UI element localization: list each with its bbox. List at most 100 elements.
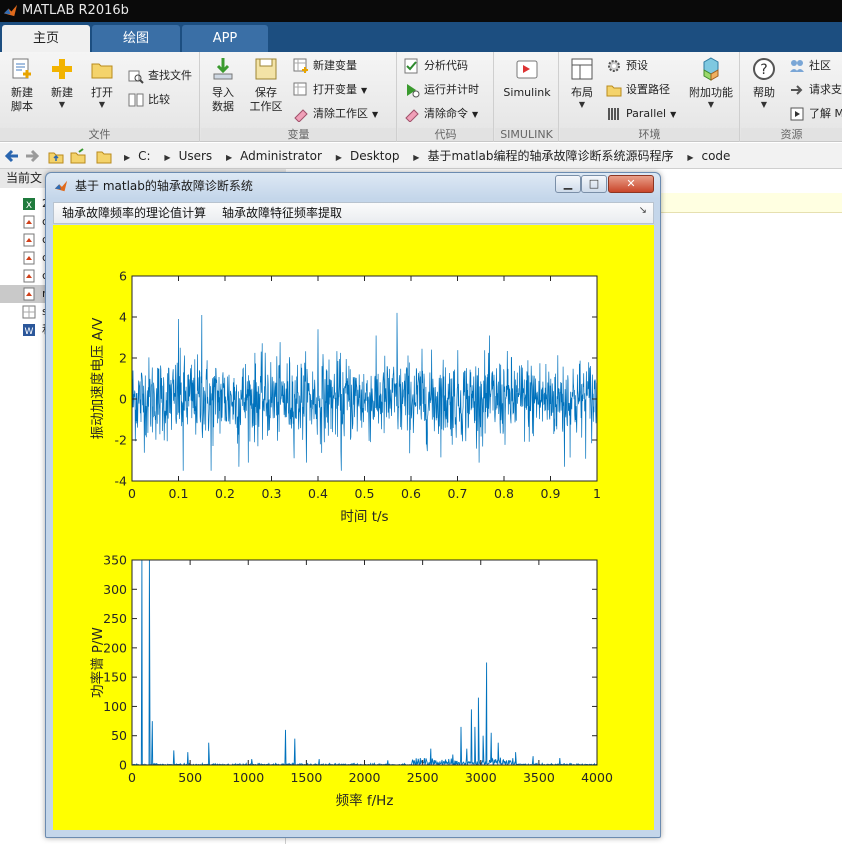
y-tick-label: 4 <box>119 310 127 325</box>
analyze-code-label: 分析代码 <box>424 59 468 72</box>
x-tick-label: 0 <box>128 770 136 785</box>
x-axis-label: 时间 t/s <box>340 509 388 525</box>
x-tick-label: 0.5 <box>355 486 375 501</box>
parallel-button[interactable]: Parallel ▼ <box>606 104 676 124</box>
breadcrumb-item[interactable]: Administrator <box>240 149 322 163</box>
y-tick-label: 0 <box>119 758 127 773</box>
x-tick-label: 0.1 <box>169 486 189 501</box>
community-icon <box>790 60 804 72</box>
run-and-time-button[interactable]: 运行并计时 <box>404 80 479 100</box>
simulink-button[interactable]: Simulink <box>499 56 555 100</box>
community-button[interactable]: 社区 <box>789 56 831 76</box>
breadcrumb-item[interactable]: Desktop <box>350 149 400 163</box>
layout-icon <box>571 58 593 80</box>
browse-folder-icon[interactable] <box>70 148 86 164</box>
new-button[interactable]: 新建 ▼ <box>44 56 80 110</box>
m-file-icon <box>23 215 35 229</box>
y-tick-label: 350 <box>103 553 127 568</box>
chevron-down-icon: ▼ <box>472 110 479 119</box>
x-tick-label: 2500 <box>407 770 439 785</box>
import-data-button[interactable]: 导入 数据 <box>205 56 241 114</box>
learn-matlab-button[interactable]: 了解 M <box>789 104 842 124</box>
x-tick-label: 0.7 <box>448 486 468 501</box>
layout-button[interactable]: 布局 ▼ <box>564 56 600 110</box>
request-support-button[interactable]: 请求支 <box>789 80 842 100</box>
x-tick-label: 1 <box>593 486 601 501</box>
y-tick-label: 50 <box>111 728 127 743</box>
figure-title-bar: 基于 matlab的轴承故障诊断系统 ▁ □ ✕ <box>46 173 660 199</box>
x-tick-label: 0.8 <box>494 486 514 501</box>
breadcrumb-item[interactable]: Users <box>179 149 213 163</box>
help-button[interactable]: ? 帮助 ▼ <box>747 56 781 110</box>
close-button[interactable]: ✕ <box>608 175 654 193</box>
chevron-down-icon: ▼ <box>98 100 106 109</box>
simulink-label: Simulink <box>503 86 551 99</box>
addons-icon <box>703 57 719 81</box>
minimize-button[interactable]: ▁ <box>555 175 581 193</box>
ribbon-section-file: 新建 脚本 新建 ▼ 打开 ▼ 查找文件 比较 文件 <box>0 52 200 142</box>
back-arrow-icon[interactable] <box>4 148 20 164</box>
ribbon-section-code: 分析代码 运行并计时 清除命令 ▼ 代码 <box>398 52 494 142</box>
clear-workspace-icon <box>294 109 308 122</box>
breadcrumb-item[interactable]: C: <box>138 149 150 163</box>
breadcrumb-arrow-icon: ▶ <box>164 153 171 162</box>
y-tick-label: 6 <box>119 269 127 284</box>
maximize-button[interactable]: □ <box>581 175 607 193</box>
open-variable-icon <box>293 82 307 96</box>
up-folder-icon[interactable] <box>48 148 64 164</box>
m-file-icon <box>23 287 35 301</box>
y-axis-label: 功率谱 P/W <box>89 627 106 698</box>
chevron-down-icon: ▼ <box>58 100 66 109</box>
compare-button[interactable]: 比较 <box>128 90 170 110</box>
set-path-button[interactable]: 设置路径 <box>606 80 670 100</box>
power-spectrum-axes[interactable]: 0 500 1000 1500 2000 2500 3000 3500 4000 0 50 100 15… <box>89 553 613 810</box>
time-domain-axes[interactable]: 0 0.1 0.2 0.3 0.4 0.5 0.6 0.7 0.8 0.9 1 -4 -2 0 2 4 6 时间 … <box>90 269 601 526</box>
set-path-icon <box>606 85 622 97</box>
preferences-label: 预设 <box>626 59 648 72</box>
analyze-code-button[interactable]: 分析代码 <box>404 56 468 76</box>
excel-file-icon: X <box>23 198 35 211</box>
close-icon: ✕ <box>626 177 636 190</box>
save-workspace-button[interactable]: 保存 工作区 <box>245 56 287 114</box>
x-tick-label: 1500 <box>290 770 322 785</box>
clear-commands-button[interactable]: 清除命令 ▼ <box>404 104 478 124</box>
folder-icon <box>96 151 112 164</box>
new-script-button[interactable]: 新建 脚本 <box>4 56 40 114</box>
breadcrumb-arrow-icon: ▶ <box>226 153 233 162</box>
help-label: 帮助 <box>753 86 775 99</box>
preferences-button[interactable]: 预设 <box>606 56 648 76</box>
svg-text:X: X <box>26 201 32 211</box>
menu-feature-frequency-extraction[interactable]: 轴承故障特征频率提取 <box>222 203 342 223</box>
breadcrumb-item[interactable]: 基于matlab编程的轴承故障诊断系统源码程序 <box>427 149 673 163</box>
ribbon-section-simulink: Simulink SIMULINK <box>495 52 559 142</box>
y-axis-label: 振动加速度电压 A/V <box>90 317 106 440</box>
folder-icon <box>91 63 113 79</box>
figure-title: 基于 matlab的轴承故障诊断系统 <box>75 179 253 193</box>
compare-label: 比较 <box>148 93 170 106</box>
parallel-icon <box>608 108 619 120</box>
clear-workspace-button[interactable]: 清除工作区 ▼ <box>293 104 378 124</box>
x-tick-label: 0.3 <box>262 486 282 501</box>
tab-home[interactable]: 主页 <box>2 25 90 52</box>
open-variable-button[interactable]: 打开变量 ▼ <box>293 80 367 100</box>
breadcrumb-item[interactable]: code <box>701 149 730 163</box>
x-tick-label: 0.9 <box>541 486 561 501</box>
x-tick-label: 0.4 <box>308 486 328 501</box>
tab-plots[interactable]: 绘图 <box>92 25 180 52</box>
addons-button[interactable]: 附加功能 ▼ <box>686 56 736 110</box>
ribbon-section-environment: 布局 ▼ 预设 设置路径 Parallel ▼ 附加功能 ▼ 环境 <box>560 52 740 142</box>
resources-section-label: 资源 <box>741 128 842 141</box>
tab-apps[interactable]: APP <box>182 25 268 52</box>
breadcrumb-arrow-icon: ▶ <box>335 153 342 162</box>
open-button[interactable]: 打开 ▼ <box>84 56 120 110</box>
forward-arrow-icon[interactable] <box>24 148 40 164</box>
menu-theoretical-frequency[interactable]: 轴承故障频率的理论值计算 <box>62 203 206 223</box>
m-file-icon <box>23 233 35 247</box>
new-variable-button[interactable]: 新建变量 <box>293 56 357 76</box>
find-files-button[interactable]: 查找文件 <box>128 66 192 86</box>
ribbon: 新建 脚本 新建 ▼ 打开 ▼ 查找文件 比较 文件 导入 数据 保存 工作区 … <box>0 52 842 142</box>
analyze-code-icon <box>404 58 418 74</box>
community-label: 社区 <box>809 59 831 72</box>
compare-icon <box>128 93 144 107</box>
menu-overflow-icon[interactable]: ↘ <box>639 205 647 216</box>
